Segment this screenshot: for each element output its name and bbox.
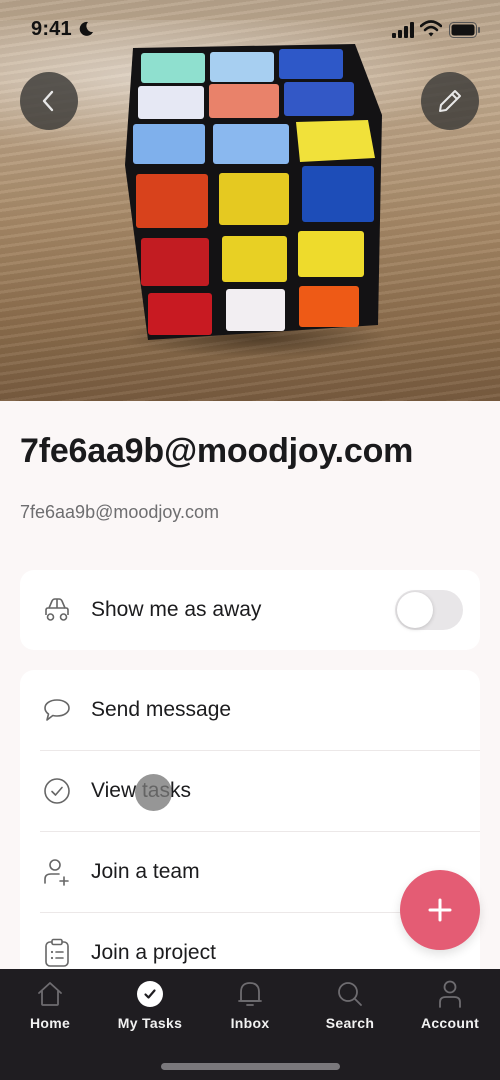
tab-inbox[interactable]: Inbox [200, 969, 300, 1039]
cellular-signal-icon [392, 22, 414, 38]
toggle-knob [397, 592, 433, 628]
show-me-as-away-row[interactable]: Show me as away [20, 570, 480, 650]
status-bar: 9:41 [0, 0, 500, 60]
profile-email: 7fe6aa9b@moodjoy.com [20, 502, 220, 522]
touch-indicator [135, 774, 172, 811]
tab-account-label: Account [420, 1015, 480, 1031]
wifi-icon [420, 20, 442, 37]
speech-bubble-icon [42, 695, 72, 725]
rubiks-cube-image [125, 44, 382, 340]
moon-icon [79, 21, 93, 36]
join-a-team-label: Join a team [91, 860, 200, 883]
tab-my-tasks[interactable]: My Tasks [100, 969, 200, 1039]
pencil-icon [439, 90, 461, 112]
battery-icon [449, 22, 480, 38]
chevron-left-icon [42, 90, 54, 112]
add-fab-button[interactable] [400, 870, 480, 950]
add-person-icon [42, 857, 72, 887]
edit-button[interactable] [421, 72, 479, 130]
join-a-project-label: Join a project [91, 941, 216, 964]
check-circle-icon [42, 776, 72, 806]
tab-home-label: Home [29, 1015, 71, 1031]
plus-icon [428, 898, 452, 922]
tab-search-label: Search [325, 1015, 375, 1031]
send-message-row[interactable]: Send message [20, 670, 480, 750]
show-me-as-away-label: Show me as away [91, 598, 262, 621]
cover-photo [0, 0, 500, 401]
tab-inbox-label: Inbox [230, 1015, 270, 1031]
status-time: 9:41 [31, 18, 72, 40]
send-message-label: Send message [91, 698, 232, 721]
home-indicator [161, 1063, 340, 1070]
profile-name: 7fe6aa9b@moodjoy.com [20, 432, 414, 470]
bell-icon [235, 979, 265, 1009]
tab-my-tasks-label: My Tasks [117, 1015, 183, 1031]
person-icon [435, 979, 465, 1009]
car-icon [42, 595, 72, 625]
away-status-card: Show me as away [20, 570, 480, 650]
tab-search[interactable]: Search [300, 969, 400, 1039]
check-circle-filled-icon [135, 979, 165, 1009]
search-icon [335, 979, 365, 1009]
actions-card: Send message View tasks Join a team [20, 670, 480, 990]
home-icon [35, 979, 65, 1009]
tab-account[interactable]: Account [400, 969, 500, 1039]
clipboard-list-icon [42, 938, 72, 968]
away-toggle[interactable] [395, 590, 463, 630]
back-button[interactable] [20, 72, 78, 130]
view-tasks-row[interactable]: View tasks [20, 751, 480, 831]
tab-home[interactable]: Home [0, 969, 100, 1039]
bottom-tab-bar: Home My Tasks Inbox Search Account [0, 969, 500, 1080]
